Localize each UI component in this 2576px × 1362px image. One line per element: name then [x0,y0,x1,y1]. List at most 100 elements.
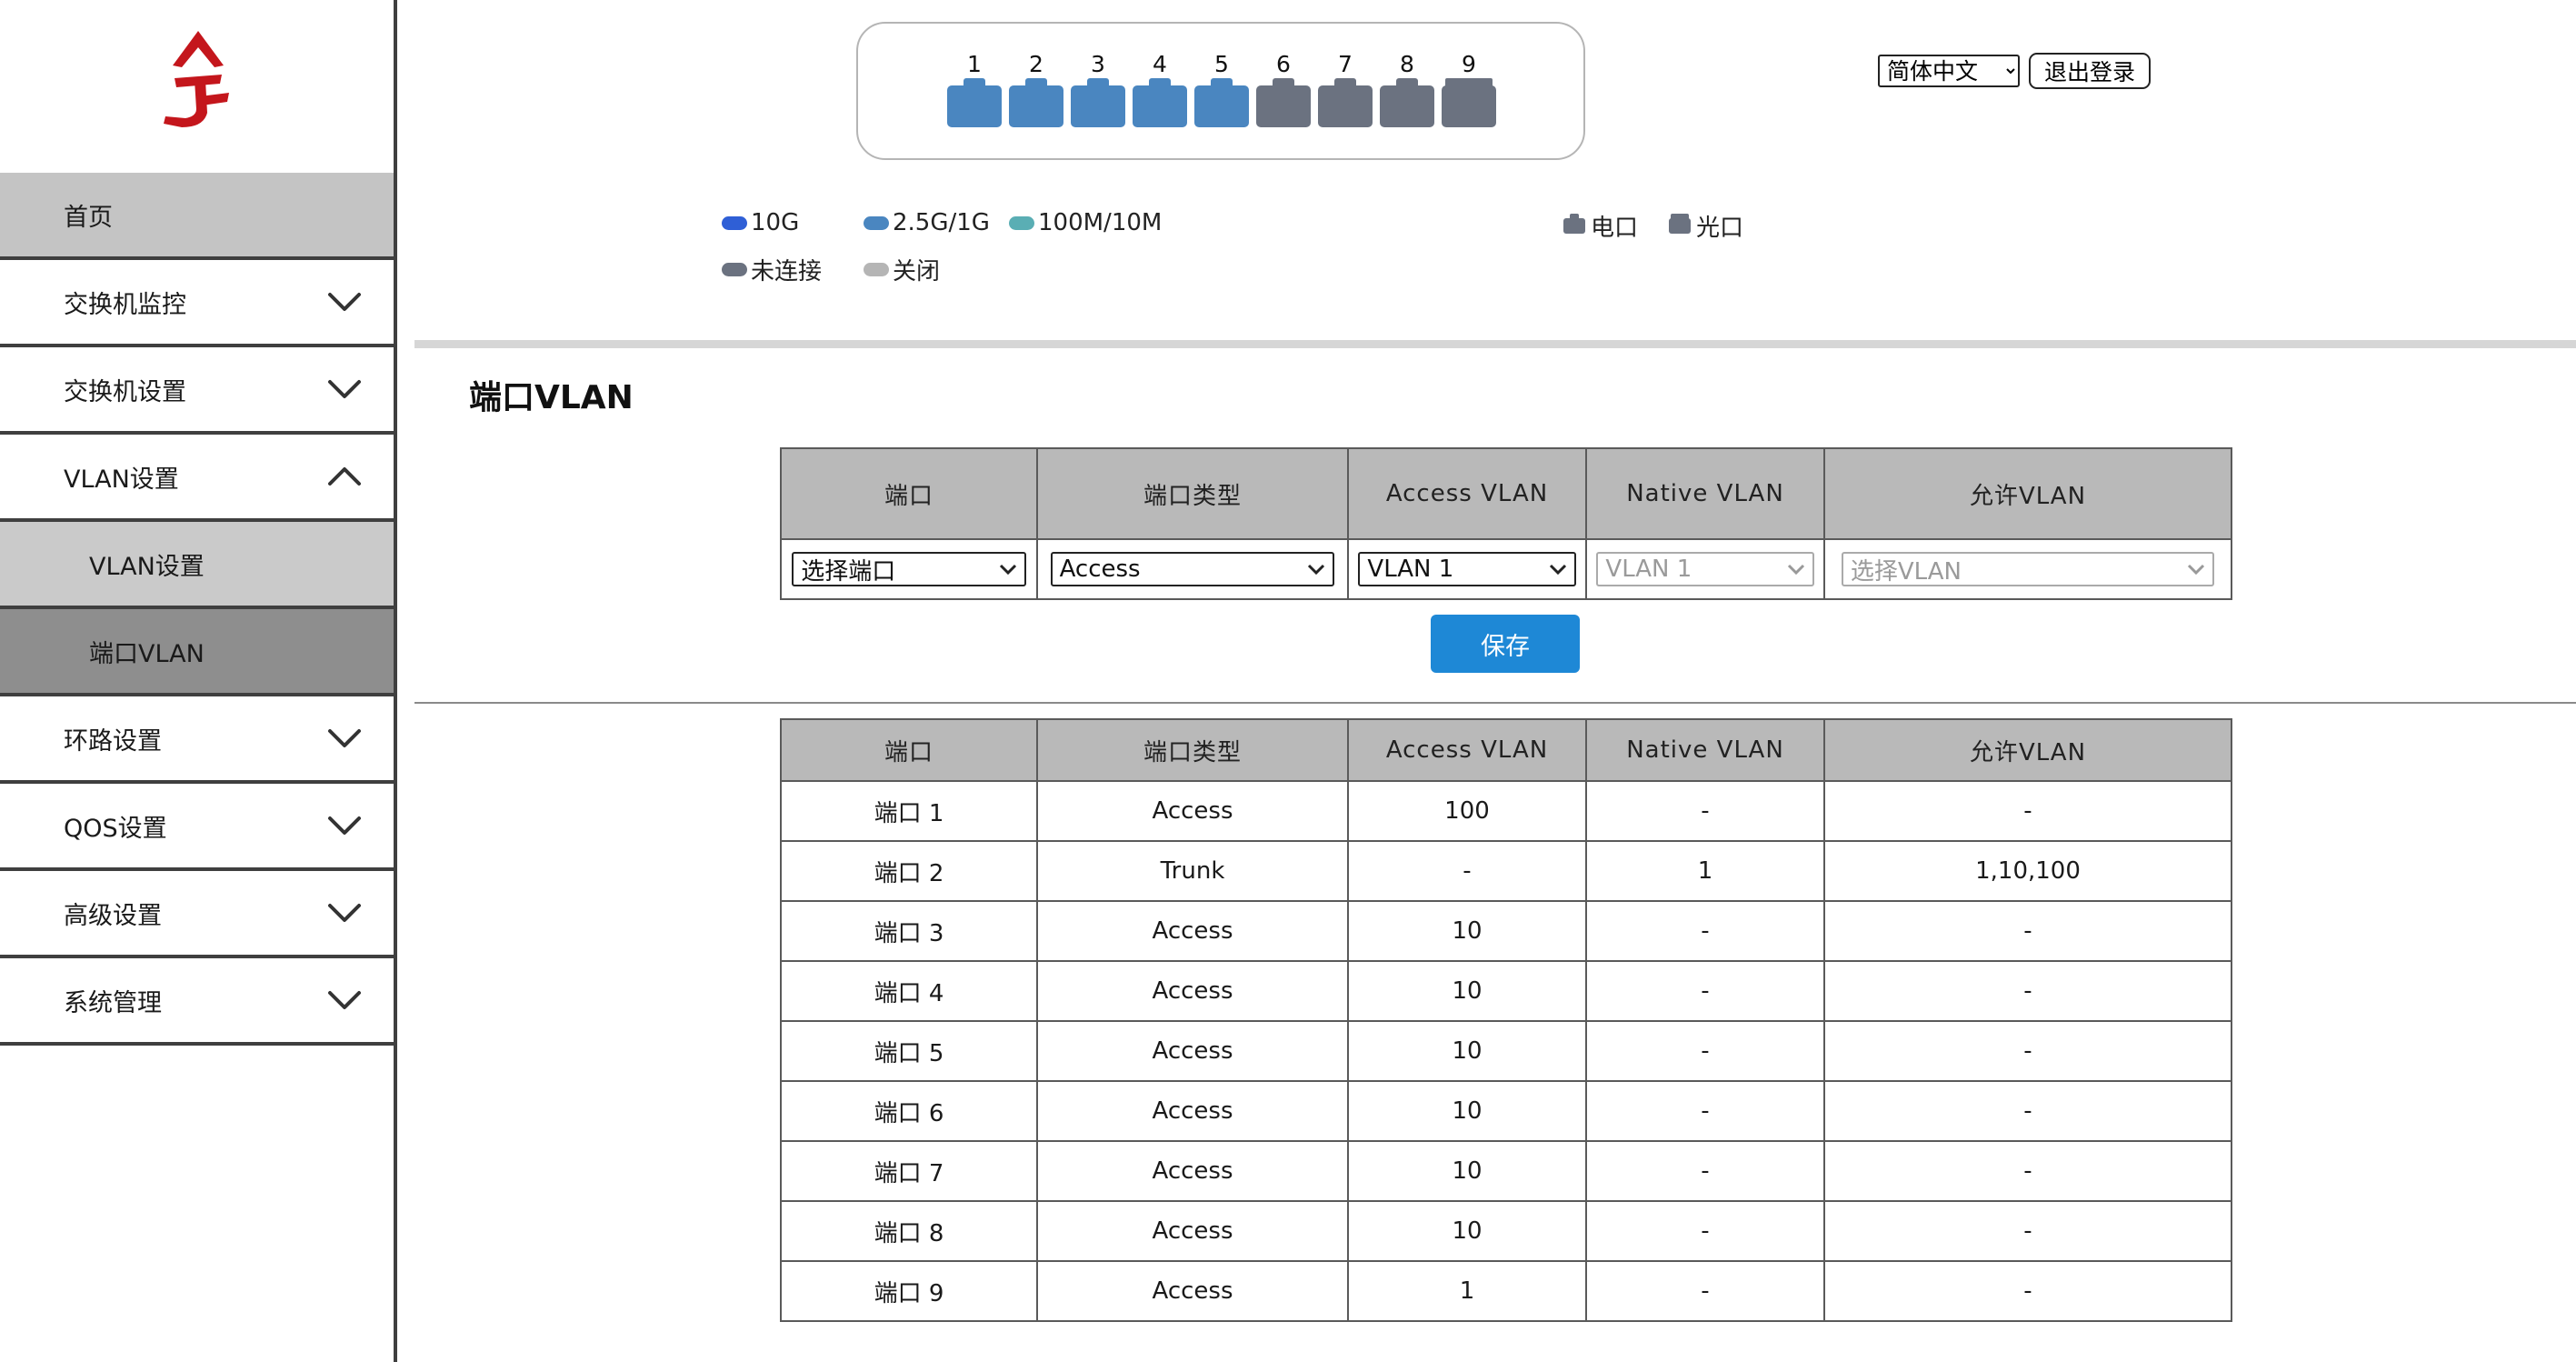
config-cell: VLAN 1 [1585,538,1825,600]
legend-label: 未连接 [751,258,823,285]
chevron-down-icon [1787,564,1804,575]
port-vlan-table: 端口 端口类型 Access VLAN Native VLAN 允许VLAN 端… [780,718,2232,1322]
column-header: Native VLAN [1585,447,1825,540]
table-cell: 1 [1585,840,1825,902]
table-row: 端口 8 Access 10- - [780,1200,2232,1262]
table-cell: 端口 3 [780,900,1038,962]
table-row: 端口 6 Access 10- - [780,1080,2232,1142]
vlan-config-table: 端口 端口类型 Access VLAN Native VLAN 允许VLAN 选… [780,447,2232,600]
table-cell: - [1585,960,1825,1022]
sidebar-item-switch-settings[interactable]: 交换机设置 [0,347,394,435]
table-cell: 端口 9 [780,1260,1038,1322]
table-cell: - [1585,1020,1825,1082]
sidebar-menu: 首页 交换机监控 交换机设置 VLAN设置 VLAN设置 端口VLAN 环路设置… [0,173,394,1046]
port-2[interactable]: 2 [1009,49,1063,127]
table-cell: Access [1036,1140,1349,1202]
table-cell: 1,10,100 [1823,840,2232,902]
table-cell: 10 [1347,1200,1587,1262]
sidebar-item-label: 系统管理 [64,988,162,1017]
table-cell: 1 [1347,1260,1587,1322]
sidebar-subitem-port-vlan[interactable]: 端口VLAN [0,609,394,696]
port-1[interactable]: 1 [947,49,1002,127]
page-title: 端口VLAN [469,379,634,416]
sidebar-item-qos-settings[interactable]: QOS设置 [0,784,394,871]
chevron-down-icon [328,293,361,311]
table-cell: Access [1036,1080,1349,1142]
table-cell: - [1585,900,1825,962]
table-cell: - [1585,1080,1825,1142]
table-cell: 端口 6 [780,1080,1038,1142]
table-cell: Trunk [1036,840,1349,902]
column-header: 端口类型 [1036,718,1349,782]
select-value: 选择VLAN [1850,557,1962,586]
chevron-up-icon [328,467,361,486]
sidebar-item-label: 交换机监控 [64,290,186,319]
table-cell: 端口 8 [780,1200,1038,1262]
port-number: 1 [967,51,982,77]
legend-label: 电口 [1591,215,1639,242]
native-vlan-select: VLAN 1 [1596,552,1814,586]
table-cell: - [1585,1260,1825,1322]
column-header: 允许VLAN [1823,718,2232,782]
port-3[interactable]: 3 [1071,49,1125,127]
table-cell: - [1585,1140,1825,1202]
sidebar-item-system-management[interactable]: 系统管理 [0,958,394,1046]
table-row: 端口 1 Access 100- - [780,780,2232,842]
table-cell: 端口 7 [780,1140,1038,1202]
table-cell: - [1823,1140,2232,1202]
legend-disconnected: 未连接 [722,253,822,286]
table-row: 端口 5 Access 10- - [780,1020,2232,1082]
table-cell: 端口 1 [780,780,1038,842]
table-cell: 端口 5 [780,1020,1038,1082]
sidebar-item-label: 环路设置 [64,726,162,756]
table-row: 端口 4 Access 10- - [780,960,2232,1022]
port-4[interactable]: 4 [1133,49,1187,127]
port-number: 7 [1338,51,1353,77]
sidebar-item-advanced-settings[interactable]: 高级设置 [0,871,394,958]
save-button[interactable]: 保存 [1431,615,1580,673]
chevron-down-icon [999,564,1016,575]
table-cell: - [1823,960,2232,1022]
logout-button[interactable]: 退出登录 [2029,53,2151,89]
access-vlan-select[interactable]: VLAN 1 [1358,552,1576,586]
legend-100m-swatch [1009,215,1034,230]
legend-label: 2.5G/1G [893,209,990,236]
sidebar-item-switch-monitor[interactable]: 交换机监控 [0,260,394,347]
sidebar: 首页 交换机监控 交换机设置 VLAN设置 VLAN设置 端口VLAN 环路设置… [0,0,397,1362]
table-cell: - [1823,1200,2232,1262]
divider [414,702,2576,704]
column-header: 端口 [780,447,1038,540]
port-9[interactable]: 9 [1442,49,1496,127]
config-cell: VLAN 1 [1347,538,1587,600]
sidebar-item-label: VLAN设置 [89,552,205,581]
sidebar-item-loop-settings[interactable]: 环路设置 [0,696,394,784]
port-select[interactable]: 选择端口 [792,552,1026,586]
select-value: Access [1059,556,1141,583]
table-cell: - [1823,1020,2232,1082]
table-cell: - [1823,1260,2232,1322]
sidebar-item-home[interactable]: 首页 [0,173,394,260]
table-row: 端口 3 Access 10- - [780,900,2232,962]
sidebar-item-label: 高级设置 [64,901,162,930]
column-header: Access VLAN [1347,718,1587,782]
language-select[interactable]: 简体中文 [1878,55,2020,87]
copper-port-icon [1563,214,1585,234]
sidebar-subitem-vlan-settings[interactable]: VLAN设置 [0,522,394,609]
chevron-down-icon [328,380,361,398]
sidebar-item-label: VLAN设置 [64,465,179,494]
copper-port-icon [1380,78,1434,127]
port-6[interactable]: 6 [1256,49,1311,127]
table-cell: 100 [1347,780,1587,842]
port-8[interactable]: 8 [1380,49,1434,127]
copper-port-icon [1256,78,1311,127]
select-value: 选择端口 [801,557,896,586]
legend-label: 光口 [1696,215,1744,242]
port-7[interactable]: 7 [1318,49,1373,127]
table-cell: 10 [1347,960,1587,1022]
chevron-down-icon [1308,564,1325,575]
port-type-select[interactable]: Access [1050,552,1335,586]
port-5[interactable]: 5 [1194,49,1249,127]
copper-port-icon [1009,78,1063,127]
divider [414,340,2576,348]
sidebar-item-vlan-settings[interactable]: VLAN设置 [0,435,394,522]
